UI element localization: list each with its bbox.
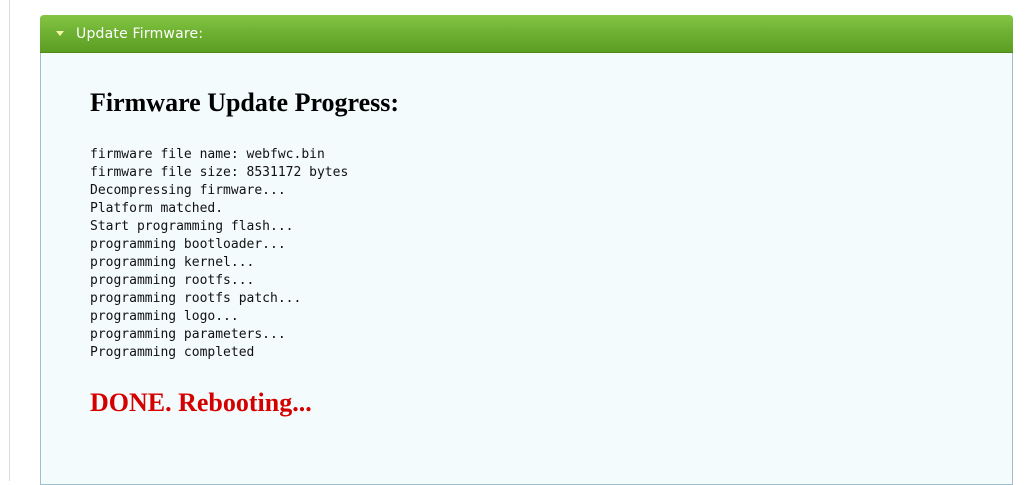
reboot-status-message: DONE. Rebooting... xyxy=(90,388,312,417)
log-line: programming kernel... xyxy=(90,255,255,270)
log-line: programming parameters... xyxy=(90,327,286,342)
progress-title: Firmware Update Progress: xyxy=(90,88,400,117)
log-line: Start programming flash... xyxy=(90,219,294,234)
log-line: firmware file name: webfwc.bin xyxy=(90,147,325,162)
log-line: Decompressing firmware... xyxy=(90,183,286,198)
log-line: programming bootloader... xyxy=(90,237,286,252)
collapse-arrow-icon[interactable] xyxy=(56,31,64,36)
log-line: firmware file size: 8531172 bytes xyxy=(90,165,349,180)
update-log: firmware file name: webfwc.bin firmware … xyxy=(90,146,970,362)
update-firmware-panel: Update Firmware: Firmware Update Progres… xyxy=(40,15,1013,485)
log-line: programming rootfs... xyxy=(90,273,255,288)
log-line: Programming completed xyxy=(90,345,255,360)
panel-body: Firmware Update Progress: firmware file … xyxy=(90,87,970,419)
log-line: Platform matched. xyxy=(90,201,224,216)
log-line: programming logo... xyxy=(90,309,239,324)
panel-header-title: Update Firmware: xyxy=(76,25,204,42)
panel-header[interactable]: Update Firmware: xyxy=(40,15,1013,53)
left-border-line xyxy=(9,0,10,481)
log-line: programming rootfs patch... xyxy=(90,291,302,306)
